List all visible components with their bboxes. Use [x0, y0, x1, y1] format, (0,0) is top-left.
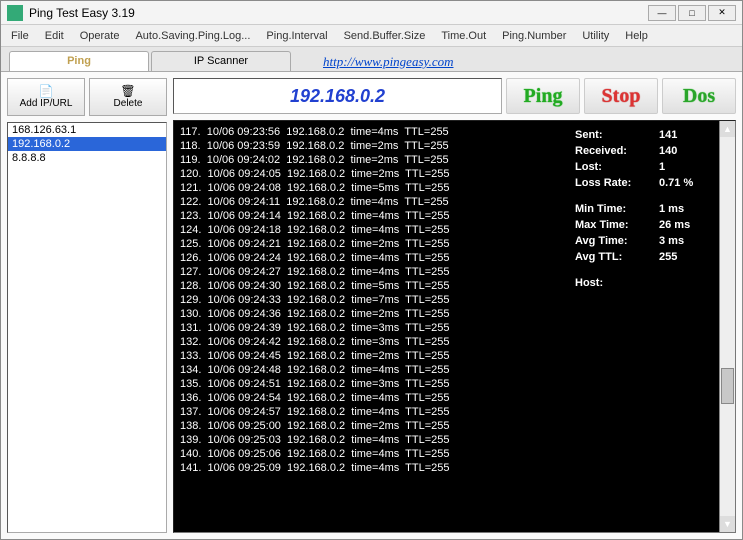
- tab-website-link[interactable]: http://www.pingeasy.com: [293, 51, 483, 71]
- log-scrollbar[interactable]: ▲ ▼: [719, 121, 735, 532]
- stats-panel: Sent:141 Received:140 Lost:1 Loss Rate:0…: [567, 121, 735, 532]
- menubar: File Edit Operate Auto.Saving.Ping.Log... Pi…: [1, 25, 742, 47]
- add-ip-button[interactable]: 📄 Add IP/URL: [7, 78, 85, 116]
- menu-time-out[interactable]: Time.Out: [441, 30, 486, 42]
- stat-received-value: 140: [659, 143, 677, 159]
- menu-edit[interactable]: Edit: [45, 30, 64, 42]
- content-area: 📄 Add IP/URL 🗑 Delete 168.126.63.1192.16…: [1, 71, 742, 539]
- stat-lossrate-label: Loss Rate:: [575, 175, 659, 191]
- stat-avg-label: Avg Time:: [575, 233, 659, 249]
- menu-utility[interactable]: Utility: [582, 30, 609, 42]
- scroll-thumb[interactable]: [721, 368, 734, 404]
- add-icon: 📄: [39, 85, 54, 97]
- stat-avg-value: 3 ms: [659, 233, 684, 249]
- delete-label: Delete: [114, 98, 143, 109]
- menu-ping-interval[interactable]: Ping.Interval: [266, 30, 327, 42]
- stat-sent-label: Sent:: [575, 127, 659, 143]
- console: 117. 10/06 09:23:56 192.168.0.2 time=4ms…: [173, 120, 736, 533]
- app-icon: [7, 5, 23, 21]
- stat-sent-value: 141: [659, 127, 677, 143]
- app-window: Ping Test Easy 3.19 — □ ✕ File Edit Operat…: [0, 0, 743, 540]
- minimize-button[interactable]: —: [648, 5, 676, 21]
- stat-max-label: Max Time:: [575, 217, 659, 233]
- menu-ping-number[interactable]: Ping.Number: [502, 30, 566, 42]
- ping-button[interactable]: Ping: [506, 78, 580, 114]
- stat-avgttl-label: Avg TTL:: [575, 249, 659, 265]
- stat-lost-value: 1: [659, 159, 665, 175]
- stat-avgttl-value: 255: [659, 249, 677, 265]
- stat-max-value: 26 ms: [659, 217, 690, 233]
- dos-button[interactable]: Dos: [662, 78, 736, 114]
- stop-button[interactable]: Stop: [584, 78, 658, 114]
- window-title: Ping Test Easy 3.19: [29, 6, 648, 20]
- left-panel: 📄 Add IP/URL 🗑 Delete 168.126.63.1192.16…: [7, 78, 167, 533]
- tabbar: Ping IP Scanner http://www.pingeasy.com: [1, 47, 742, 71]
- scroll-up-icon[interactable]: ▲: [720, 121, 735, 137]
- ip-list-item[interactable]: 192.168.0.2: [8, 137, 166, 151]
- tab-ip-scanner[interactable]: IP Scanner: [151, 51, 291, 71]
- ip-list-item[interactable]: 168.126.63.1: [8, 123, 166, 137]
- close-button[interactable]: ✕: [708, 5, 736, 21]
- ip-list[interactable]: 168.126.63.1192.168.0.28.8.8.8: [7, 122, 167, 533]
- menu-send-buffer-size[interactable]: Send.Buffer.Size: [344, 30, 426, 42]
- command-row: 192.168.0.2 Ping Stop Dos: [173, 78, 736, 114]
- stat-min-value: 1 ms: [659, 201, 684, 217]
- menu-operate[interactable]: Operate: [80, 30, 120, 42]
- ip-list-item[interactable]: 8.8.8.8: [8, 151, 166, 165]
- stat-host-label: Host:: [575, 275, 659, 291]
- stat-min-label: Min Time:: [575, 201, 659, 217]
- right-panel: 192.168.0.2 Ping Stop Dos 117. 10/06 09:…: [173, 78, 736, 533]
- ping-log[interactable]: 117. 10/06 09:23:56 192.168.0.2 time=4ms…: [174, 121, 567, 532]
- scroll-down-icon[interactable]: ▼: [720, 516, 735, 532]
- add-ip-label: Add IP/URL: [20, 98, 73, 109]
- stat-received-label: Received:: [575, 143, 659, 159]
- menu-auto-saving-ping-log[interactable]: Auto.Saving.Ping.Log...: [135, 30, 250, 42]
- titlebar[interactable]: Ping Test Easy 3.19 — □ ✕: [1, 1, 742, 25]
- stat-lost-label: Lost:: [575, 159, 659, 175]
- maximize-button[interactable]: □: [678, 5, 706, 21]
- delete-button[interactable]: 🗑 Delete: [89, 78, 167, 116]
- target-ip-input[interactable]: 192.168.0.2: [173, 78, 502, 114]
- menu-help[interactable]: Help: [625, 30, 648, 42]
- toolbar-row: 📄 Add IP/URL 🗑 Delete: [7, 78, 167, 116]
- window-controls: — □ ✕: [648, 5, 736, 21]
- stat-lossrate-value: 0.71 %: [659, 175, 693, 191]
- tab-ping[interactable]: Ping: [9, 51, 149, 71]
- menu-file[interactable]: File: [11, 30, 29, 42]
- delete-icon: 🗑: [120, 85, 135, 97]
